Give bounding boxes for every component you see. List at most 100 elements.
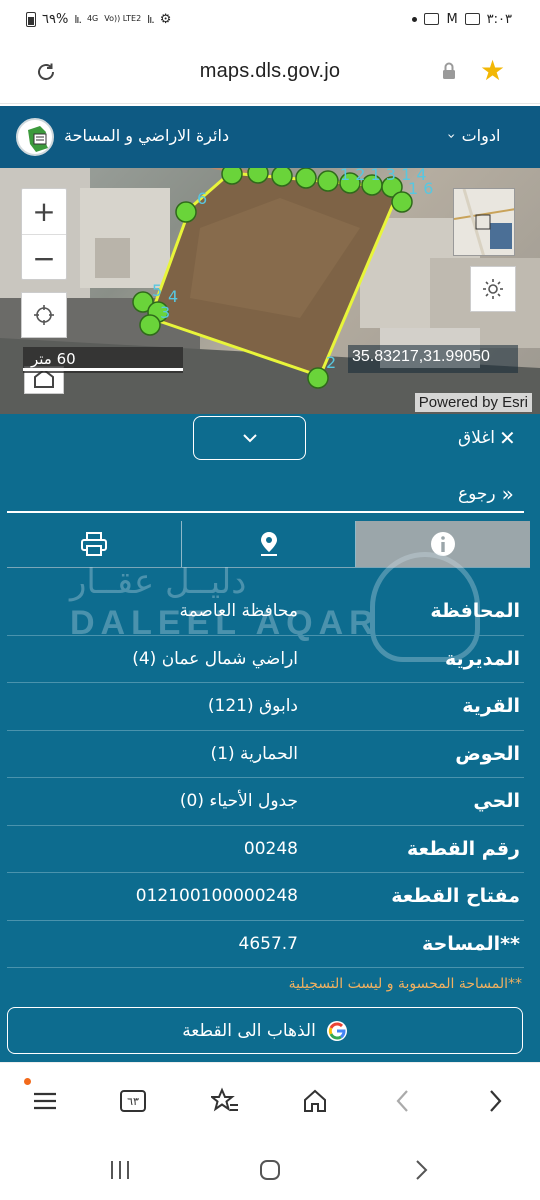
zoom-out-button[interactable]: − xyxy=(22,235,66,281)
detail-row-area: **المساحة 4657.7 xyxy=(7,921,524,968)
location-pin-icon xyxy=(260,532,277,556)
tab-count: ٦٣ xyxy=(127,1094,139,1108)
detail-label: الحوض xyxy=(455,742,520,765)
double-chevron-right-icon: » xyxy=(501,482,514,506)
detail-row-village: القرية دابوق (121) xyxy=(7,683,524,731)
home-button[interactable] xyxy=(297,1083,333,1119)
menu-button[interactable] xyxy=(27,1083,63,1119)
overview-map[interactable] xyxy=(453,188,515,256)
detail-value: محافظة العاصمة xyxy=(179,601,298,621)
department-title: دائرة الاراضي و المساحة xyxy=(64,126,230,145)
coordinate-readout: 35.83217,31.99050 xyxy=(348,345,518,373)
network-type: 4G xyxy=(86,14,99,23)
forward-nav-button[interactable] xyxy=(477,1083,513,1119)
detail-label: الحي xyxy=(473,790,520,812)
detail-row-governorate: المحافظة محافظة العاصمة xyxy=(7,588,524,636)
tabs-button[interactable]: ٦٣ xyxy=(115,1083,151,1119)
gallery-icon xyxy=(464,13,480,25)
detail-value: 012100100000248 xyxy=(135,886,298,906)
tabs-underline xyxy=(7,567,530,568)
chevron-right-icon xyxy=(416,1160,428,1180)
volte-label: Vo)) LTE2 xyxy=(104,14,142,23)
status-left: ٦٩% lı. 4G Vo)) LTE2 lı. ⚙ xyxy=(26,11,171,27)
svg-text:6: 6 xyxy=(197,189,207,208)
detail-label: **المساحة xyxy=(422,932,520,955)
zoom-in-button[interactable]: + xyxy=(22,189,66,235)
url-text[interactable]: maps.dls.gov.jo xyxy=(0,60,540,83)
notification-dot-icon xyxy=(412,16,418,22)
browser-url-bar: maps.dls.gov.jo ★ xyxy=(0,38,540,104)
tab-print[interactable] xyxy=(7,521,182,567)
detail-value: جدول الأحياء (0) xyxy=(179,791,298,811)
info-icon xyxy=(431,532,456,556)
panel-tabs xyxy=(7,521,531,567)
detail-value: 00248 xyxy=(243,838,298,859)
tabs-count-icon: ٦٣ xyxy=(120,1090,146,1112)
detail-row-parcel-number: رقم القطعة 00248 xyxy=(7,826,524,873)
panel-divider xyxy=(7,511,524,513)
collapse-panel-button[interactable] xyxy=(193,416,306,460)
locate-button[interactable] xyxy=(21,292,67,338)
scale-bar: 60 متر xyxy=(23,347,183,373)
app-header: › ادوات دائرة الاراضي و المساحة xyxy=(0,106,540,168)
battery-level: ٦٩% xyxy=(42,11,69,27)
detail-value: الحمارية (1) xyxy=(210,743,298,764)
chevron-left-icon xyxy=(396,1090,408,1112)
close-button[interactable]: اغلاق ✕ xyxy=(458,426,516,450)
tab-location[interactable] xyxy=(182,521,357,567)
svg-text:1 6: 1 6 xyxy=(408,179,433,198)
back-nav-button[interactable] xyxy=(385,1083,421,1119)
hamburger-menu-icon xyxy=(34,1092,56,1110)
sun-icon xyxy=(483,279,503,299)
close-icon: ✕ xyxy=(498,426,516,450)
go-to-parcel-label: الذهاب الى القطعة xyxy=(182,1020,316,1041)
status-right: M ٣:٠٣ xyxy=(412,12,512,27)
detail-value: دابوق (121) xyxy=(207,696,298,716)
go-to-parcel-button[interactable]: الذهاب الى القطعة xyxy=(7,1007,523,1054)
calendar-icon xyxy=(424,13,440,25)
map-view[interactable]: 6 5 4 3 2 1 2 1 3 1 4 1 6 + − 60 متر 35.… xyxy=(0,168,540,414)
chevron-down-icon: › xyxy=(442,132,459,139)
detail-label: مفتاح القطعة xyxy=(391,885,520,907)
system-home-button[interactable] xyxy=(255,1155,285,1185)
dls-logo xyxy=(16,118,54,156)
detail-row-neighborhood: الحي جدول الأحياء (0) xyxy=(7,778,524,826)
basemap-toggle-button[interactable] xyxy=(470,266,516,312)
detail-row-directorate: المديرية اراضي شمال عمان (4) xyxy=(7,636,524,683)
status-bar: ٦٩% lı. 4G Vo)) LTE2 lı. ⚙ M ٣:٠٣ xyxy=(0,0,540,38)
close-label: اغلاق xyxy=(458,428,495,448)
recents-icon xyxy=(111,1161,129,1179)
system-navigation-bar xyxy=(0,1138,540,1200)
tools-menu[interactable]: › ادوات xyxy=(443,126,501,145)
tools-label: ادوات xyxy=(461,126,501,145)
lock-icon[interactable] xyxy=(442,62,456,80)
signal-icon-2: lı. xyxy=(147,12,155,26)
battery-icon xyxy=(26,11,36,27)
google-icon xyxy=(326,1020,347,1041)
crosshair-icon xyxy=(34,305,54,325)
parcel-details-table: المحافظة محافظة العاصمة المديرية اراضي ش… xyxy=(7,588,524,968)
bookmark-star-icon[interactable]: ★ xyxy=(480,57,505,85)
svg-text:3: 3 xyxy=(160,303,170,322)
back-button[interactable]: رجوع » xyxy=(458,482,514,506)
esri-attribution[interactable]: Powered by Esri xyxy=(414,393,532,412)
printer-icon xyxy=(80,532,107,556)
bookmark-list-icon xyxy=(211,1087,238,1112)
detail-label: رقم القطعة xyxy=(407,837,520,860)
chevron-right-icon xyxy=(490,1090,502,1112)
tab-info[interactable] xyxy=(356,521,531,567)
system-back-button[interactable] xyxy=(406,1155,436,1185)
home-circle-icon xyxy=(260,1160,280,1180)
zoom-controls: + − xyxy=(21,188,67,280)
detail-label: المديرية xyxy=(445,647,520,670)
browser-toolbar: ٦٣ xyxy=(0,1062,540,1138)
detail-value: 4657.7 xyxy=(238,933,298,954)
recent-apps-button[interactable] xyxy=(105,1155,135,1185)
bookmarks-button[interactable] xyxy=(207,1083,243,1119)
clock-time: ٣:٠٣ xyxy=(486,11,512,27)
menu-notification-dot xyxy=(24,1078,31,1085)
back-label: رجوع xyxy=(458,484,496,504)
detail-value: اراضي شمال عمان (4) xyxy=(132,648,298,669)
detail-label: المحافظة xyxy=(430,600,520,622)
signal-icon: lı. xyxy=(74,12,82,26)
